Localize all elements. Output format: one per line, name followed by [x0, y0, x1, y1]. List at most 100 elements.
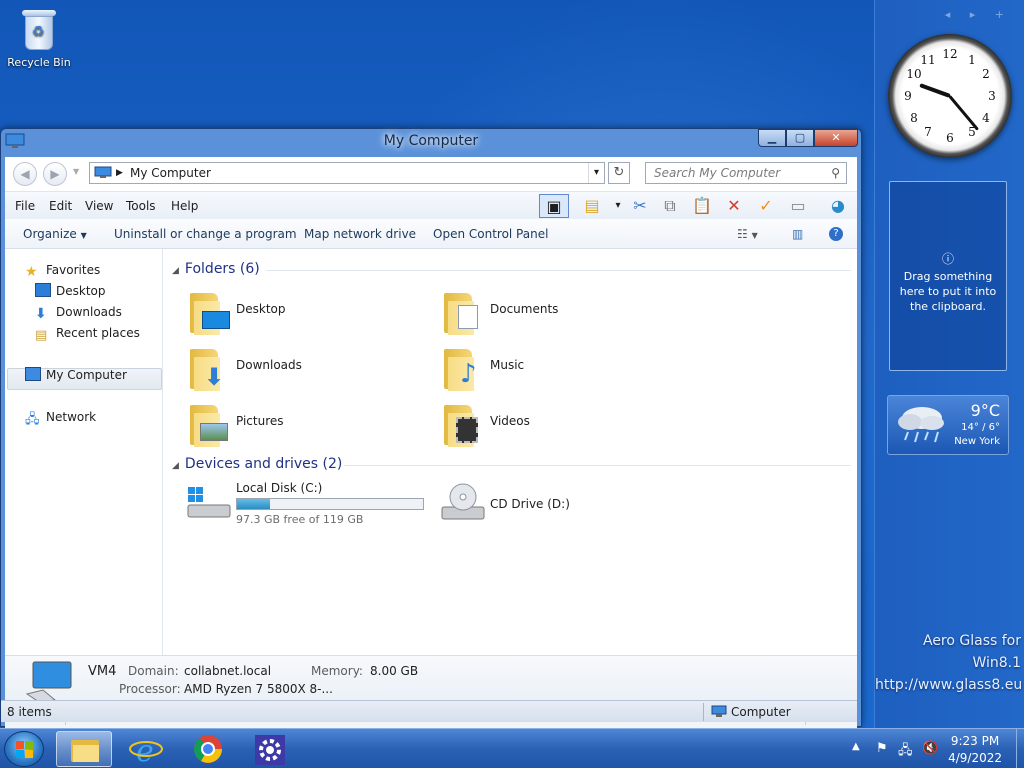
- address-bar[interactable]: ▶ My Computer ▾: [89, 162, 605, 184]
- open-control-panel-button[interactable]: Open Control Panel: [433, 227, 548, 241]
- menu-file[interactable]: File: [15, 199, 35, 213]
- nav-network[interactable]: 🖧 Network: [25, 408, 97, 427]
- hard-drive-icon: [187, 487, 231, 518]
- drive-d[interactable]: CD Drive (D:): [440, 481, 640, 529]
- status-bar-classic: 8 items Computer: [1, 700, 857, 722]
- clock-number: 3: [988, 89, 996, 103]
- explorer-window[interactable]: My Computer ▁ ▢ ✕ ◀ ▶ ▼ ▶ My Computer ▾ …: [0, 128, 862, 728]
- folder-downloads[interactable]: ⬇ Downloads: [190, 347, 410, 395]
- volume-muted-icon[interactable]: 🔇: [922, 741, 938, 756]
- recent-pages-icon[interactable]: ▼: [73, 167, 79, 176]
- new-folder-icon[interactable]: ▤: [579, 194, 605, 218]
- back-button[interactable]: ◀: [13, 162, 37, 186]
- folder-videos[interactable]: Videos: [444, 403, 664, 451]
- sidebar-controls[interactable]: ◂ ▸ +: [945, 8, 1012, 21]
- folder-label: Videos: [490, 414, 530, 428]
- nav-downloads[interactable]: ⬇ Downloads: [35, 303, 122, 322]
- search-placeholder: Search My Computer: [654, 166, 781, 180]
- maximize-button[interactable]: ▢: [786, 129, 814, 147]
- nav-favorites[interactable]: ★ Favorites: [25, 261, 101, 280]
- clipboard-gadget[interactable]: ⓘ Drag something here to put it into the…: [889, 181, 1007, 371]
- domain-value: collabnet.local: [184, 664, 272, 678]
- nav-network-label: Network: [46, 410, 97, 424]
- clock-number: 6: [946, 131, 954, 145]
- taskbar-internet-explorer[interactable]: e: [118, 731, 174, 768]
- drive-c-free-text: 97.3 GB free of 119 GB: [236, 513, 364, 526]
- taskbar-settings[interactable]: [242, 731, 298, 767]
- folder-music[interactable]: ♪ Music: [444, 347, 664, 395]
- computer-icon: [25, 367, 41, 381]
- taskbar-explorer[interactable]: [56, 731, 112, 767]
- folder-icon: [71, 740, 99, 762]
- clock-number: 2: [982, 67, 990, 81]
- search-icon[interactable]: ⚲: [831, 163, 840, 183]
- nav-downloads-label: Downloads: [56, 305, 122, 319]
- nav-recent-places[interactable]: ▤ Recent places: [35, 324, 140, 343]
- search-input[interactable]: Search My Computer ⚲: [645, 162, 847, 184]
- nav-my-computer[interactable]: My Computer: [25, 366, 127, 384]
- clock-gadget[interactable]: 12 1 2 3 4 5 6 7 8 9 10 11: [888, 34, 1012, 158]
- shell-icon[interactable]: ◕: [825, 194, 851, 218]
- organize-button[interactable]: Organize ▼: [23, 227, 87, 241]
- internet-explorer-icon: e: [129, 734, 163, 768]
- minimize-button[interactable]: ▁: [758, 129, 786, 147]
- menu-edit[interactable]: Edit: [49, 199, 72, 213]
- window-client: ◀ ▶ ▼ ▶ My Computer ▾ ↻ Search My Comput…: [5, 157, 857, 728]
- domain-key: Domain:: [128, 664, 179, 678]
- cut-icon[interactable]: ✂: [627, 194, 653, 218]
- folder-pictures[interactable]: Pictures: [190, 403, 410, 451]
- close-button[interactable]: ✕: [814, 129, 858, 147]
- properties-check-icon[interactable]: ✓: [753, 194, 779, 218]
- gear-icon: [255, 735, 285, 765]
- nav-favorites-label: Favorites: [46, 263, 101, 277]
- address-dropdown-icon[interactable]: ▾: [588, 163, 604, 183]
- breadcrumb-arrow-icon[interactable]: ▶: [116, 163, 123, 183]
- nav-desktop-label: Desktop: [56, 284, 106, 298]
- forward-button[interactable]: ▶: [43, 162, 67, 186]
- folder-label: Documents: [490, 302, 559, 316]
- preview-pane-toggle-icon[interactable]: ▥: [792, 227, 803, 241]
- taskbar-clock[interactable]: 9:23 PM 4/9/2022: [948, 733, 1002, 767]
- folder-label: Music: [490, 358, 525, 372]
- processor-key: Processor:: [119, 682, 181, 696]
- recycle-bin-icon: ♻: [20, 8, 58, 52]
- menu-view[interactable]: View: [85, 199, 113, 213]
- tray-expand-icon[interactable]: ▲: [852, 741, 860, 752]
- rename-icon[interactable]: ▭: [785, 194, 811, 218]
- info-icon: ⓘ: [941, 252, 954, 266]
- watermark-line2: http://www.glass8.eu: [875, 677, 1023, 693]
- desktop-icon: [35, 283, 51, 297]
- preview-pane-icon[interactable]: ▣: [539, 194, 569, 218]
- menu-tools[interactable]: Tools: [126, 199, 156, 213]
- nav-desktop[interactable]: Desktop: [35, 282, 106, 300]
- start-button[interactable]: [4, 731, 44, 767]
- devices-group-header[interactable]: ◢ Devices and drives (2): [172, 456, 342, 472]
- window-titlebar[interactable]: My Computer ▁ ▢ ✕: [1, 129, 861, 155]
- action-center-flag-icon[interactable]: ⚑: [876, 741, 888, 756]
- folder-icon: [444, 291, 484, 335]
- refresh-button[interactable]: ↻: [608, 162, 630, 184]
- map-network-drive-button[interactable]: Map network drive: [304, 227, 416, 241]
- uninstall-program-button[interactable]: Uninstall or change a program: [114, 227, 297, 241]
- delete-icon[interactable]: ✕: [721, 194, 747, 218]
- folders-group-header[interactable]: ◢ Folders (6): [172, 261, 260, 277]
- help-icon[interactable]: ?: [829, 227, 843, 241]
- network-tray-icon[interactable]: 🖧: [898, 741, 913, 763]
- clock-number: 8: [910, 111, 918, 125]
- drive-c-label: Local Disk (C:): [236, 481, 323, 495]
- recycle-bin-desktop-icon[interactable]: ♻ Recycle Bin: [6, 8, 72, 69]
- view-options-icon[interactable]: ☷ ▼: [737, 227, 758, 241]
- taskbar-chrome[interactable]: [180, 731, 236, 767]
- paste-icon[interactable]: 📋: [689, 194, 715, 218]
- folder-desktop[interactable]: Desktop: [190, 291, 410, 339]
- show-desktop-button[interactable]: [1016, 729, 1024, 768]
- weather-gadget[interactable]: 9°C 14° / 6° New York: [887, 395, 1009, 455]
- nav-recent-label: Recent places: [56, 326, 140, 340]
- recycle-bin-label: Recycle Bin: [7, 56, 71, 69]
- menu-help[interactable]: Help: [171, 199, 198, 213]
- drive-c-usage-fill: [237, 499, 271, 509]
- content-pane: ◢ Folders (6) Desktop Documents ⬇ Downloa…: [164, 249, 857, 655]
- folder-documents[interactable]: Documents: [444, 291, 664, 339]
- copy-icon[interactable]: ⧉: [657, 194, 683, 218]
- drive-c[interactable]: Local Disk (C:) 97.3 GB free of 119 GB: [186, 481, 436, 529]
